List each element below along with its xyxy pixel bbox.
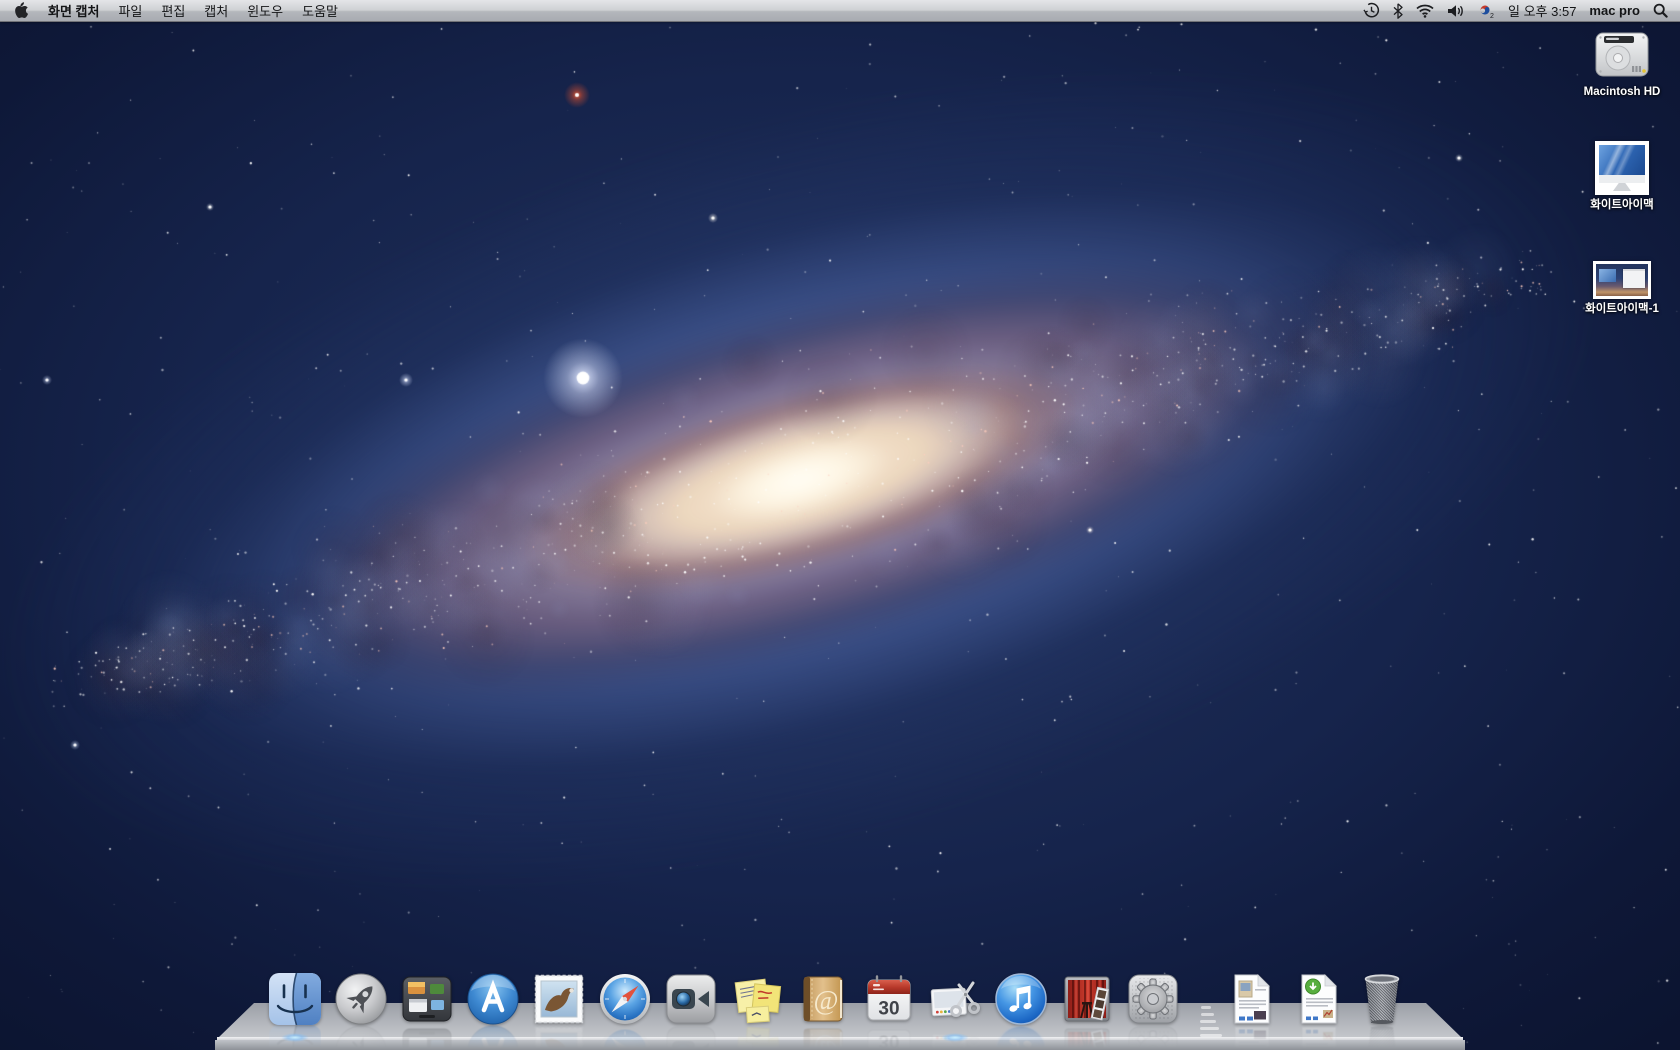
- svg-text:2: 2: [1490, 13, 1494, 19]
- dock-item-mission-control[interactable]: [401, 973, 453, 1025]
- svg-text:30: 30: [878, 999, 899, 1020]
- dock-reflection: [1359, 1025, 1411, 1050]
- dock-separator: [1191, 1003, 1221, 1037]
- launchpad-icon: [335, 973, 387, 1025]
- input-korean-icon[interactable]: 2: [1477, 2, 1495, 19]
- address-book-icon: @: [797, 973, 849, 1025]
- safari-icon: [599, 973, 651, 1025]
- dock-item-launchpad[interactable]: [335, 973, 387, 1025]
- apple-menu-icon[interactable]: [14, 2, 28, 19]
- menu-item-5[interactable]: 도움말: [302, 1, 338, 20]
- menubar-user[interactable]: mac pro: [1589, 3, 1640, 18]
- dock-item-finder[interactable]: [269, 973, 321, 1025]
- app-store-icon: [467, 973, 519, 1025]
- dock-item-system-preferences[interactable]: [1127, 973, 1179, 1025]
- desktop-screen: Macintosh HD 화이트아이맥 화이트아이맥-1 화면 캡처 파일 편집 캡…: [0, 0, 1680, 1050]
- starfield: [0, 0, 1680, 1050]
- dock-item-safari[interactable]: [599, 973, 651, 1025]
- macintosh-hd-icon: [1562, 26, 1680, 82]
- dock-item-app-store[interactable]: [467, 973, 519, 1025]
- dock-reflection: [335, 1025, 387, 1050]
- running-indicator-finder: [281, 1033, 309, 1042]
- itunes-icon: [995, 973, 1047, 1025]
- trash-icon: [1359, 973, 1411, 1025]
- wifi-icon[interactable]: [1416, 4, 1434, 18]
- svg-text:30: 30: [878, 1031, 899, 1050]
- dock-reflection: [1061, 1025, 1113, 1050]
- photo-booth-icon: [1061, 973, 1113, 1025]
- dock-reflection: [665, 1025, 717, 1050]
- dock-reflection: 30: [863, 1025, 915, 1050]
- dock-reflection: [731, 1025, 783, 1050]
- svg-text:@: @: [814, 985, 839, 1015]
- finder-icon: [269, 973, 321, 1025]
- mission-control-icon: [401, 973, 453, 1025]
- desktop-icon-label: 화이트아이맥-1: [1562, 303, 1680, 316]
- desktop-icon-label: Macintosh HD: [1562, 86, 1680, 99]
- document-2-icon: [1297, 973, 1349, 1025]
- desktop-icon-white-imac-1[interactable]: 화이트아이맥-1: [1562, 261, 1680, 316]
- time-machine-icon[interactable]: [1363, 2, 1380, 19]
- dock-item-stickies[interactable]: [731, 973, 783, 1025]
- spotlight-icon[interactable]: [1653, 3, 1668, 18]
- dock-reflection: @: [797, 1025, 849, 1050]
- dock-item-document-2[interactable]: [1297, 973, 1349, 1025]
- system-preferences-icon: [1127, 973, 1179, 1025]
- dock-item-mail[interactable]: [533, 973, 585, 1025]
- stickies-icon: [731, 973, 783, 1025]
- bluetooth-icon[interactable]: [1393, 3, 1403, 19]
- dock-reflection: [533, 1025, 585, 1050]
- desktop-icon-white-imac[interactable]: 화이트아이맥: [1562, 141, 1680, 212]
- dock-item-document-1[interactable]: [1230, 973, 1282, 1025]
- dock-reflection: [995, 1025, 1047, 1050]
- facetime-icon: [665, 973, 717, 1025]
- menu-item-3[interactable]: 캡처: [204, 1, 228, 20]
- dock-item-trash[interactable]: [1359, 973, 1411, 1025]
- app-menu-title[interactable]: 화면 캡처: [48, 1, 99, 20]
- dock-reflection: [1127, 1025, 1179, 1050]
- volume-icon[interactable]: [1447, 4, 1464, 18]
- dock-item-facetime[interactable]: [665, 973, 717, 1025]
- grab-icon: [929, 973, 981, 1025]
- menu-item-4[interactable]: 윈도우: [247, 1, 283, 20]
- menubar-clock[interactable]: 일 오후 3:57: [1508, 1, 1576, 20]
- white-imac-1-icon: [1562, 261, 1680, 299]
- desktop-icon-macintosh-hd[interactable]: Macintosh HD: [1562, 26, 1680, 99]
- menu-item-1[interactable]: 파일: [118, 1, 142, 20]
- dock-item-grab[interactable]: [929, 973, 981, 1025]
- white-imac-icon: [1562, 141, 1680, 195]
- dock-item-photo-booth[interactable]: [1061, 973, 1113, 1025]
- dock-reflection: [599, 1025, 651, 1050]
- document-1-icon: [1230, 973, 1282, 1025]
- dock-reflection: [401, 1025, 453, 1050]
- dock-item-address-book[interactable]: @ @: [797, 973, 849, 1025]
- desktop-icon-label: 화이트아이맥: [1562, 199, 1680, 212]
- menu-bar: 화면 캡처 파일 편집 캡처 윈도우 도움말 2 일 오후 3:57 mac pro: [0, 0, 1680, 22]
- dock-item-itunes[interactable]: [995, 973, 1047, 1025]
- dock-reflection: [1297, 1025, 1349, 1050]
- dock: @ @ 30 30: [209, 965, 1471, 1050]
- ical-icon: 30: [863, 973, 915, 1025]
- svg-text:@: @: [814, 1035, 839, 1050]
- dock-reflection: [467, 1025, 519, 1050]
- menu-item-2[interactable]: 편집: [161, 1, 185, 20]
- mail-icon: [533, 973, 585, 1025]
- dock-reflection: [1230, 1025, 1282, 1050]
- dock-item-ical[interactable]: 30 30: [863, 973, 915, 1025]
- running-indicator-grab: [941, 1033, 969, 1042]
